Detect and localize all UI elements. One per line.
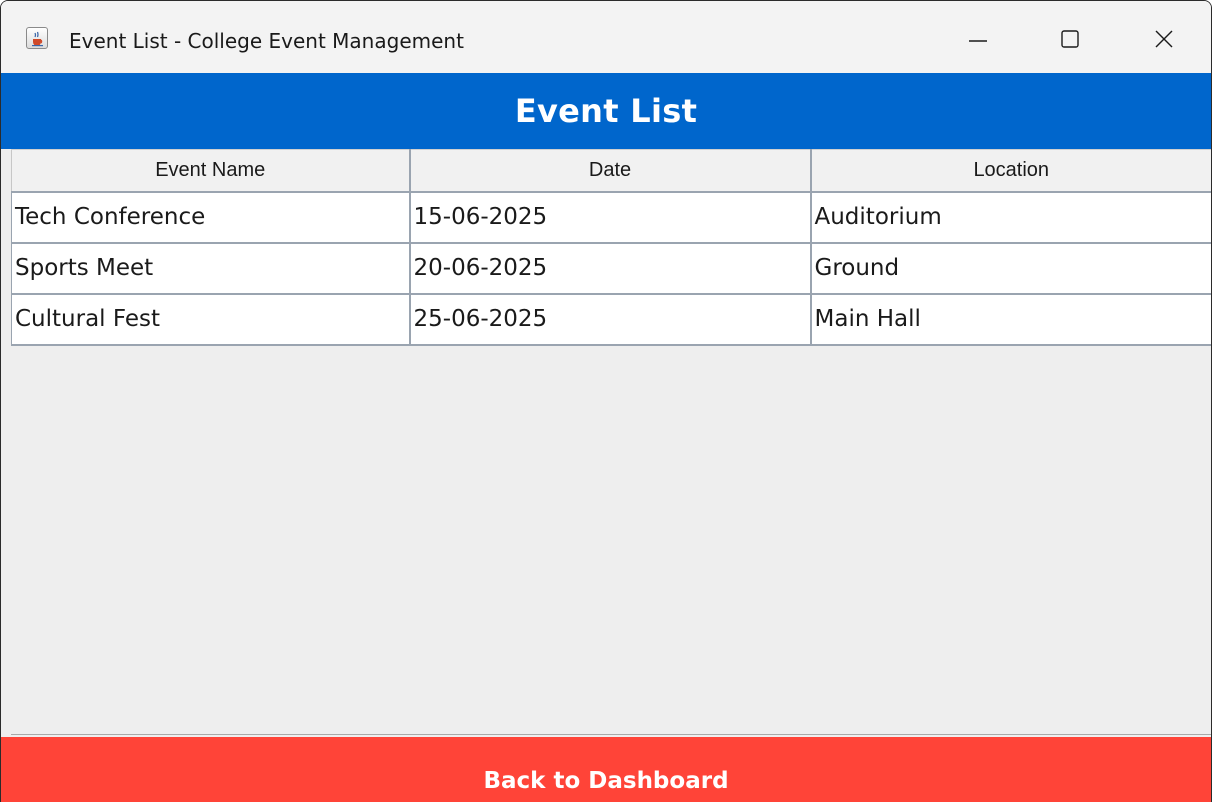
back-button-label: Back to Dashboard xyxy=(483,768,729,794)
minimize-icon xyxy=(969,40,987,42)
event-table[interactable]: Event Name Date Location Tech Conference… xyxy=(11,149,1211,346)
close-icon xyxy=(1155,30,1173,48)
java-cup-icon[interactable] xyxy=(26,27,48,49)
close-button[interactable] xyxy=(1139,19,1189,59)
column-header-date[interactable]: Date xyxy=(409,149,812,193)
minimize-button[interactable] xyxy=(953,19,1003,59)
table-cell-location[interactable]: Auditorium xyxy=(810,191,1211,244)
app-window: Event List - College Event Management Ev… xyxy=(0,0,1212,802)
table-cell-date[interactable]: 20-06-2025 xyxy=(409,242,812,295)
table-row[interactable]: Sports Meet 20-06-2025 Ground xyxy=(11,242,1211,295)
maximize-button[interactable] xyxy=(1045,19,1095,59)
table-row[interactable]: Cultural Fest 25-06-2025 Main Hall xyxy=(11,293,1211,346)
table-cell-event-name[interactable]: Sports Meet xyxy=(11,242,411,295)
title-bar[interactable]: Event List - College Event Management xyxy=(1,1,1211,73)
back-to-dashboard-button[interactable]: Back to Dashboard xyxy=(1,737,1211,802)
table-cell-event-name[interactable]: Tech Conference xyxy=(11,191,411,244)
table-cell-date[interactable]: 15-06-2025 xyxy=(409,191,812,244)
table-cell-event-name[interactable]: Cultural Fest xyxy=(11,293,411,346)
table-cell-location[interactable]: Ground xyxy=(810,242,1211,295)
table-header-row: Event Name Date Location xyxy=(11,149,1211,193)
page-title: Event List xyxy=(514,92,698,130)
header-banner: Event List xyxy=(1,73,1211,149)
column-header-event-name[interactable]: Event Name xyxy=(11,149,411,193)
window-title: Event List - College Event Management xyxy=(69,29,464,53)
table-cell-location[interactable]: Main Hall xyxy=(810,293,1211,346)
column-header-location[interactable]: Location xyxy=(810,149,1211,193)
table-cell-date[interactable]: 25-06-2025 xyxy=(409,293,812,346)
table-row[interactable]: Tech Conference 15-06-2025 Auditorium xyxy=(11,191,1211,244)
event-table-scrollpane[interactable]: Event Name Date Location Tech Conference… xyxy=(11,149,1211,735)
maximize-icon xyxy=(1061,30,1079,48)
